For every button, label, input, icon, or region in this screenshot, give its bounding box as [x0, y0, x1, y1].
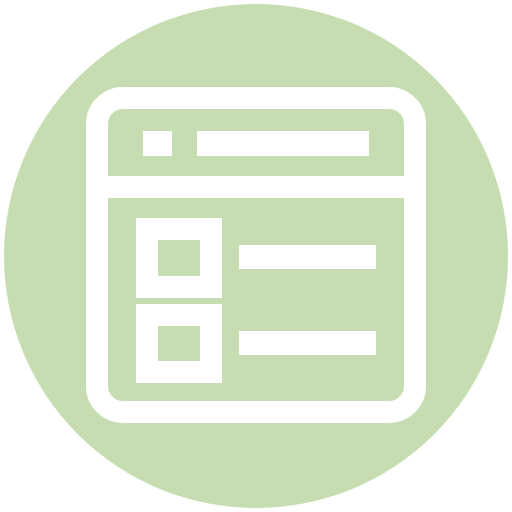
browser-window-list-icon	[4, 4, 508, 508]
address-bar	[197, 131, 369, 156]
list-item-2-line	[239, 331, 376, 355]
title-bar-divider	[97, 176, 415, 198]
window-control-square	[143, 131, 172, 156]
list-item-1-line	[239, 245, 376, 269]
icon-canvas	[0, 0, 512, 512]
